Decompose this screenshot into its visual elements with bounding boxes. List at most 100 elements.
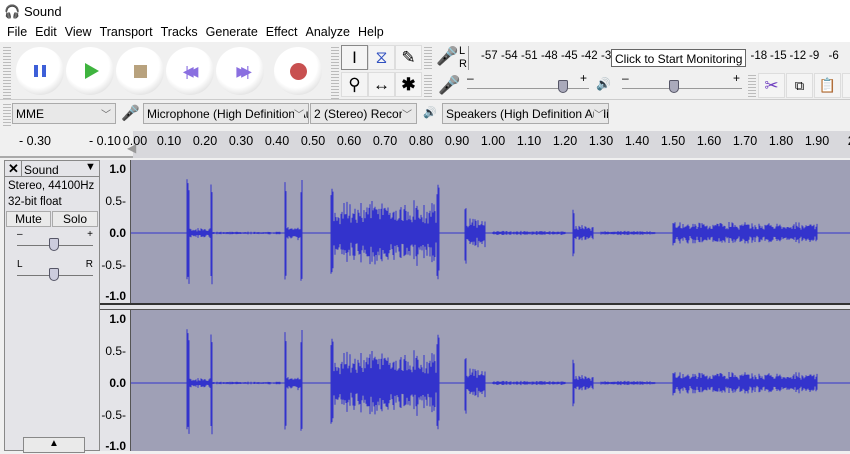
chevron-down-icon: ﹀ [594, 106, 604, 121]
chevron-down-icon: ﹀ [402, 106, 412, 121]
gain-minus-label: – [17, 229, 23, 240]
ruler-tick-label: 0.40 [264, 134, 290, 148]
meter-tick: -9 [809, 50, 820, 62]
toolbar-grip[interactable] [3, 45, 11, 99]
meter-tick: -42 [581, 50, 598, 62]
mixer-grip[interactable] [424, 73, 432, 99]
audio-host-select[interactable]: MME ﹀ [12, 103, 116, 124]
gain-plus-label: + [87, 229, 93, 240]
playback-device-select[interactable]: Speakers (High Definition Audi ﹀ [442, 103, 609, 124]
zoom-tool[interactable]: ⚲ [341, 72, 368, 97]
ruler-tick-label: 1.10 [516, 134, 542, 148]
pan-slider[interactable]: L R [17, 259, 93, 283]
slider-thumb[interactable] [558, 80, 569, 93]
scale-label: 0.0 [109, 226, 126, 240]
meter-grip[interactable] [424, 45, 432, 71]
selection-tool[interactable]: I [341, 45, 368, 70]
meter-tick: -18 [750, 50, 768, 62]
skip-to-end-button[interactable]: ▶▶| [216, 47, 264, 95]
menu-generate[interactable]: Generate [203, 22, 263, 42]
waveform-left-channel[interactable] [131, 160, 850, 305]
gain-thumb[interactable] [49, 238, 59, 251]
record-meter-mic-icon[interactable]: 🎤 [436, 46, 458, 67]
recording-volume-slider[interactable]: – + [465, 71, 589, 96]
chevron-down-icon: ﹀ [101, 110, 111, 121]
meter-right-label: R [459, 58, 467, 70]
microphone-icon: 🎤 [121, 105, 140, 122]
edit-grip[interactable] [748, 73, 756, 99]
paste-icon: 📋 [818, 77, 837, 93]
trim-button[interactable] [842, 73, 850, 98]
record-button[interactable] [274, 47, 322, 95]
menu-help[interactable]: Help [355, 22, 389, 42]
ruler-tick-label: - 0.10 [89, 134, 121, 148]
ruler-tick-label: 1.60 [696, 134, 722, 148]
envelope-tool[interactable]: ⧖ [368, 45, 395, 70]
scissors-icon: ✂ [764, 75, 779, 95]
gain-slider[interactable]: – + [17, 229, 93, 253]
meter-left-label: L [459, 45, 466, 57]
meter-tick: -15 [770, 50, 787, 62]
ruler-tick-label: 0.80 [408, 134, 434, 148]
timeline-ruler[interactable]: - 0.30- 0.10 0.00 0.10 0.20 0.30 0.40 0.50 0.60… [0, 131, 850, 158]
skip-to-start-button[interactable]: |◀◀ [166, 47, 214, 95]
ruler-tick-label: 1.80 [768, 134, 794, 148]
asterisk-icon: ✱ [401, 74, 416, 94]
ruler-tick-label: 0.30 [228, 134, 254, 148]
pause-button[interactable] [16, 47, 64, 95]
stop-button[interactable] [116, 47, 164, 95]
close-track-icon[interactable]: ✕ [8, 161, 22, 177]
track-menu-dropdown-icon[interactable]: ▼ [85, 161, 96, 173]
menu-view[interactable]: View [62, 22, 97, 42]
menu-tracks[interactable]: Tracks [158, 22, 203, 42]
vertical-scale-right-channel[interactable]: 1.0 0.5- 0.0 -0.5- -1.0 [100, 310, 131, 453]
mute-button[interactable]: Mute [6, 211, 51, 227]
track-name-menu[interactable]: Sound [24, 163, 59, 177]
arrows-icon: ↔ [373, 74, 390, 94]
meter-tick: -51 [521, 50, 538, 62]
slider-thumb[interactable] [669, 80, 679, 93]
meter-tick: -6 [828, 50, 839, 62]
menu-bar: File Edit View Transport Tracks Generate… [0, 22, 850, 42]
menu-file[interactable]: File [4, 22, 32, 42]
scale-label: 0.5- [105, 194, 126, 208]
play-button[interactable] [66, 47, 114, 95]
menu-analyze[interactable]: Analyze [303, 22, 355, 42]
tooltip: Click to Start Monitoring [611, 49, 747, 67]
ruler-tick-label: 1.40 [624, 134, 650, 148]
paste-button[interactable]: 📋 [814, 73, 841, 98]
menu-transport[interactable]: Transport [97, 22, 158, 42]
pan-thumb[interactable] [49, 268, 59, 281]
meter-tick: -45 [561, 50, 578, 62]
copy-icon: ⧉ [794, 77, 805, 93]
menu-effect[interactable]: Effect [263, 22, 303, 42]
track-bit-depth: 32-bit float [8, 196, 62, 208]
magnifier-icon: ⚲ [348, 74, 361, 94]
skip-start-icon: |◀◀ [185, 62, 198, 79]
waveform-path [131, 329, 850, 435]
waveform-left [131, 179, 850, 285]
playback-volume-slider[interactable]: – + [620, 71, 742, 96]
pan-right-label: R [85, 259, 93, 270]
play-head-icon: ◀ [127, 141, 137, 155]
ruler-tick-label: 1.00 [480, 134, 506, 148]
meter-tick: -48 [541, 50, 558, 62]
cut-button[interactable]: ✂ [758, 73, 785, 98]
vertical-scale-left-channel[interactable]: 1.0 0.5- 0.0 -0.5- -1.0 [100, 160, 131, 305]
waveform-path [131, 179, 850, 285]
recording-device-value: Microphone (High Definition Au [147, 107, 309, 121]
device-grip[interactable] [3, 102, 11, 126]
ruler-tick-label: 1.70 [732, 134, 758, 148]
copy-button[interactable]: ⧉ [786, 73, 813, 98]
time-shift-tool[interactable]: ↔ [368, 72, 395, 97]
recording-device-select[interactable]: Microphone (High Definition Au ﹀ [143, 103, 309, 124]
waveform-right-channel[interactable] [131, 310, 850, 451]
menu-edit[interactable]: Edit [32, 22, 62, 42]
scale-label: 0.0 [109, 376, 126, 390]
solo-button[interactable]: Solo [52, 211, 98, 227]
ruler-tick-label: - 0.30 [19, 134, 51, 148]
multi-tool[interactable]: ✱ [395, 72, 422, 97]
draw-tool[interactable]: ✎ [395, 45, 422, 70]
recording-channels-select[interactable]: 2 (Stereo) Recorc ﹀ [310, 103, 417, 124]
tools-grip[interactable] [331, 45, 339, 99]
